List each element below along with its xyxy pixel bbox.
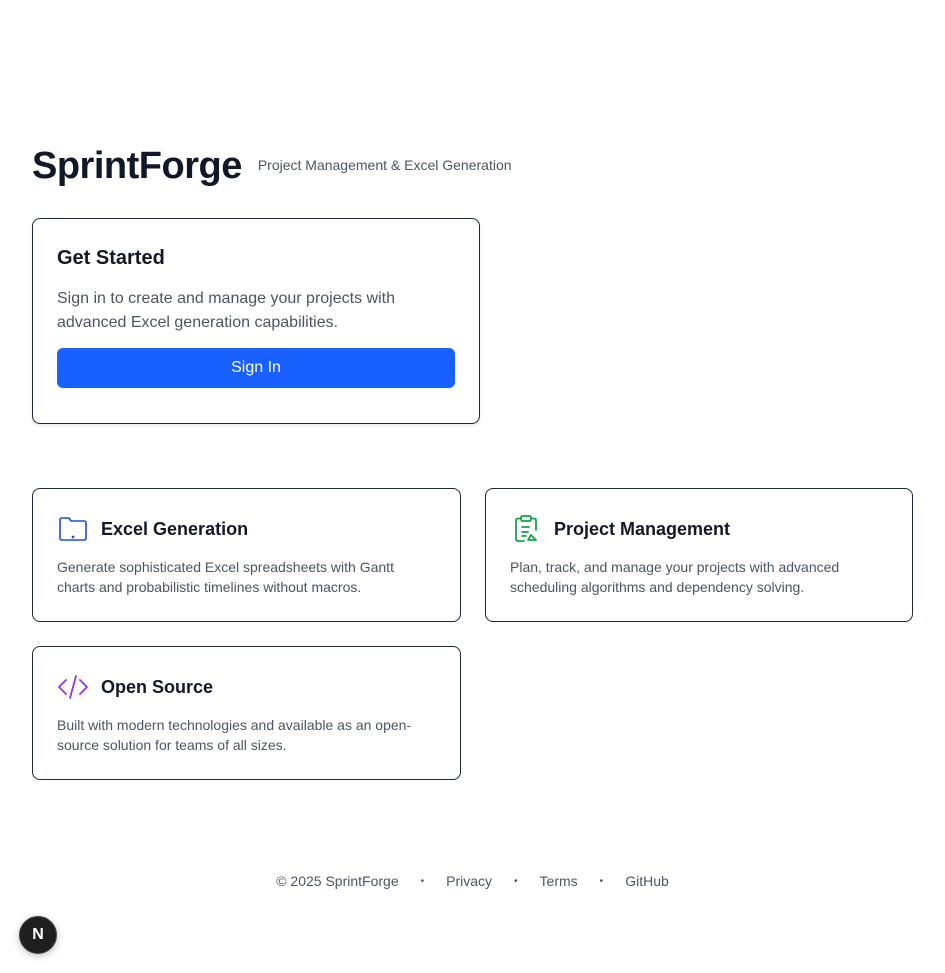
feature-card-project-management: Project Management Plan, track, and mana… (485, 488, 913, 622)
footer-link-privacy[interactable]: Privacy (446, 873, 492, 889)
footer-separator: • (514, 875, 518, 887)
feature-header: Open Source (57, 671, 436, 703)
feature-title: Open Source (101, 676, 214, 697)
feature-description: Built with modern technologies and avail… (57, 717, 412, 753)
landing-page: SprintForge Project Management & Excel G… (0, 0, 945, 973)
feature-header: Project Management (510, 513, 888, 545)
feature-title: Project Management (554, 518, 731, 539)
footer-link-github[interactable]: GitHub (625, 873, 669, 889)
feature-header: Excel Generation (57, 513, 436, 545)
code-icon (57, 671, 89, 703)
footer-link-terms[interactable]: Terms (540, 873, 578, 889)
feature-description: Plan, track, and manage your projects wi… (510, 559, 840, 595)
feature-card-excel-generation: Excel Generation Generate sophisticated … (32, 488, 461, 622)
get-started-description: Sign in to create and manage your projec… (57, 290, 395, 331)
nextjs-badge-label: N (32, 926, 44, 943)
footer-copyright: © 2025 SprintForge (276, 873, 399, 889)
get-started-title: Get Started (57, 247, 165, 269)
feature-card-open-source: Open Source Built with modern technologi… (32, 646, 461, 780)
nextjs-icon[interactable]: N (19, 916, 57, 954)
page-header: SprintForge Project Management & Excel G… (32, 144, 512, 188)
clipboard-icon (510, 513, 542, 545)
feature-title: Excel Generation (101, 518, 249, 539)
page-footer: © 2025 SprintForge • Privacy • Terms • G… (0, 873, 945, 889)
footer-separator: • (599, 875, 604, 887)
sign-in-button[interactable]: Sign In (57, 348, 455, 388)
brand-title: SprintForge (32, 145, 242, 187)
footer-separator: • (420, 875, 425, 887)
get-started-card: Get Started Sign in to create and manage… (32, 218, 480, 424)
feature-description: Generate sophisticated Excel spreadsheet… (57, 559, 394, 595)
folder-icon (57, 513, 89, 545)
brand-tagline: Project Management & Excel Generation (257, 157, 512, 173)
